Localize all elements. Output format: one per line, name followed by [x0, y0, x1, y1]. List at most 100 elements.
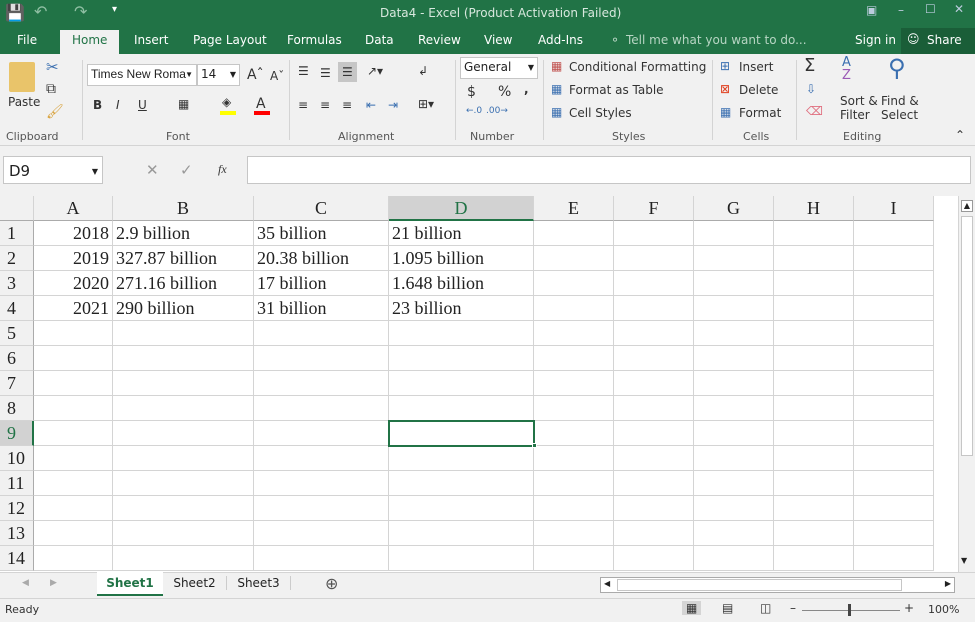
cell-e7[interactable] — [534, 371, 614, 396]
cell-g14[interactable] — [694, 546, 774, 571]
cell-g10[interactable] — [694, 446, 774, 471]
cell-a3[interactable]: 2020 — [34, 271, 113, 296]
select-all-button[interactable] — [0, 196, 34, 221]
cell-e11[interactable] — [534, 471, 614, 496]
page-layout-view-icon[interactable]: ▤ — [722, 601, 733, 615]
redo-icon[interactable]: ↷ — [74, 2, 87, 21]
cell-e2[interactable] — [534, 246, 614, 271]
name-box[interactable]: D9 ▼ — [3, 156, 103, 184]
fill-handle[interactable] — [532, 443, 537, 448]
sign-in-link[interactable]: Sign in — [855, 33, 896, 47]
cell-b4[interactable]: 290 billion — [113, 296, 254, 321]
font-size-select[interactable]: 14 ▼ — [197, 64, 240, 86]
cell-c12[interactable] — [254, 496, 389, 521]
cell-b9[interactable] — [113, 421, 254, 446]
cell-d2[interactable]: 1.095 billion — [389, 246, 534, 271]
row-header-2[interactable]: 2 — [0, 246, 34, 271]
cell-h3[interactable] — [774, 271, 854, 296]
row-header-4[interactable]: 4 — [0, 296, 34, 321]
column-header-d[interactable]: D — [389, 196, 534, 221]
scroll-thumb[interactable] — [961, 216, 973, 456]
row-header-6[interactable]: 6 — [0, 346, 34, 371]
cell-i13[interactable] — [854, 521, 934, 546]
tab-review[interactable]: Review — [418, 33, 461, 47]
row-header-5[interactable]: 5 — [0, 321, 34, 346]
cell-f14[interactable] — [614, 546, 694, 571]
column-header-c[interactable]: C — [254, 196, 389, 221]
cell-g9[interactable] — [694, 421, 774, 446]
column-header-a[interactable]: A — [34, 196, 113, 221]
zoom-slider[interactable] — [802, 610, 900, 611]
cell-h4[interactable] — [774, 296, 854, 321]
currency-button[interactable]: $ — [467, 84, 476, 100]
cell-d10[interactable] — [389, 446, 534, 471]
cell-e3[interactable] — [534, 271, 614, 296]
cell-i2[interactable] — [854, 246, 934, 271]
cell-c6[interactable] — [254, 346, 389, 371]
cell-f10[interactable] — [614, 446, 694, 471]
fill-color-icon[interactable]: ◈ — [222, 95, 231, 109]
collapse-ribbon-icon[interactable]: ⌃ — [955, 128, 965, 142]
row-header-12[interactable]: 12 — [0, 496, 34, 521]
increase-font-icon[interactable]: Aˆ — [247, 67, 264, 83]
cell-c13[interactable] — [254, 521, 389, 546]
cell-a4[interactable]: 2021 — [34, 296, 113, 321]
prev-sheet-icon[interactable]: ◀ — [22, 578, 29, 588]
format-as-table-button[interactable]: Format as Table — [569, 83, 664, 97]
cell-g3[interactable] — [694, 271, 774, 296]
sheet-tab-sheet3[interactable]: Sheet3 — [227, 576, 291, 590]
bold-button[interactable]: B — [93, 98, 102, 112]
cell-i10[interactable] — [854, 446, 934, 471]
merge-center-icon[interactable]: ⊞▾ — [418, 97, 434, 111]
italic-button[interactable]: I — [116, 98, 120, 112]
wrap-text-icon[interactable]: ↲ — [418, 64, 428, 78]
orientation-icon[interactable]: ↗▾ — [367, 64, 383, 78]
cell-c5[interactable] — [254, 321, 389, 346]
column-header-b[interactable]: B — [113, 196, 254, 221]
paste-button[interactable]: Paste — [8, 95, 40, 109]
vertical-scrollbar[interactable]: ▲ ▼ — [958, 196, 975, 572]
cell-d7[interactable] — [389, 371, 534, 396]
formula-input[interactable] — [247, 156, 971, 184]
cell-a12[interactable] — [34, 496, 113, 521]
cell-c3[interactable]: 17 billion — [254, 271, 389, 296]
column-header-f[interactable]: F — [614, 196, 694, 221]
row-header-9[interactable]: 9 — [0, 421, 34, 446]
cell-c11[interactable] — [254, 471, 389, 496]
sheet-tab-sheet2[interactable]: Sheet2 — [163, 576, 227, 590]
cell-d3[interactable]: 1.648 billion — [389, 271, 534, 296]
cell-c1[interactable]: 35 billion — [254, 221, 389, 246]
cell-b13[interactable] — [113, 521, 254, 546]
increase-decimal-icon[interactable]: ←.0 — [466, 106, 482, 116]
tab-file[interactable]: File — [17, 33, 37, 47]
cell-i3[interactable] — [854, 271, 934, 296]
cell-h9[interactable] — [774, 421, 854, 446]
cell-i9[interactable] — [854, 421, 934, 446]
cell-a2[interactable]: 2019 — [34, 246, 113, 271]
cell-f8[interactable] — [614, 396, 694, 421]
zoom-in-icon[interactable]: + — [904, 601, 914, 615]
tell-me-search[interactable]: Tell me what you want to do... — [626, 33, 807, 47]
cell-g12[interactable] — [694, 496, 774, 521]
align-top-icon[interactable]: ☰ — [298, 64, 309, 78]
cell-h10[interactable] — [774, 446, 854, 471]
cell-h2[interactable] — [774, 246, 854, 271]
align-center-icon[interactable]: ≡ — [320, 98, 330, 112]
customize-qat-icon[interactable]: ▾ — [112, 4, 117, 15]
cell-f11[interactable] — [614, 471, 694, 496]
tab-view[interactable]: View — [484, 33, 512, 47]
cell-h6[interactable] — [774, 346, 854, 371]
cell-b2[interactable]: 327.87 billion — [113, 246, 254, 271]
cell-styles-button[interactable]: Cell Styles — [569, 106, 632, 120]
maximize-icon[interactable]: ☐ — [925, 2, 936, 16]
cell-c4[interactable]: 31 billion — [254, 296, 389, 321]
autosum-icon[interactable]: Σ — [804, 55, 815, 76]
decrease-decimal-icon[interactable]: .00→ — [486, 106, 508, 116]
cell-d6[interactable] — [389, 346, 534, 371]
cell-i1[interactable] — [854, 221, 934, 246]
cell-d5[interactable] — [389, 321, 534, 346]
tab-insert[interactable]: Insert — [134, 33, 168, 47]
column-header-g[interactable]: G — [694, 196, 774, 221]
cell-g13[interactable] — [694, 521, 774, 546]
worksheet-grid[interactable]: A B C D E F G H I 1 2018 2.9 billion 35 billion 21 bi… — [0, 196, 958, 572]
